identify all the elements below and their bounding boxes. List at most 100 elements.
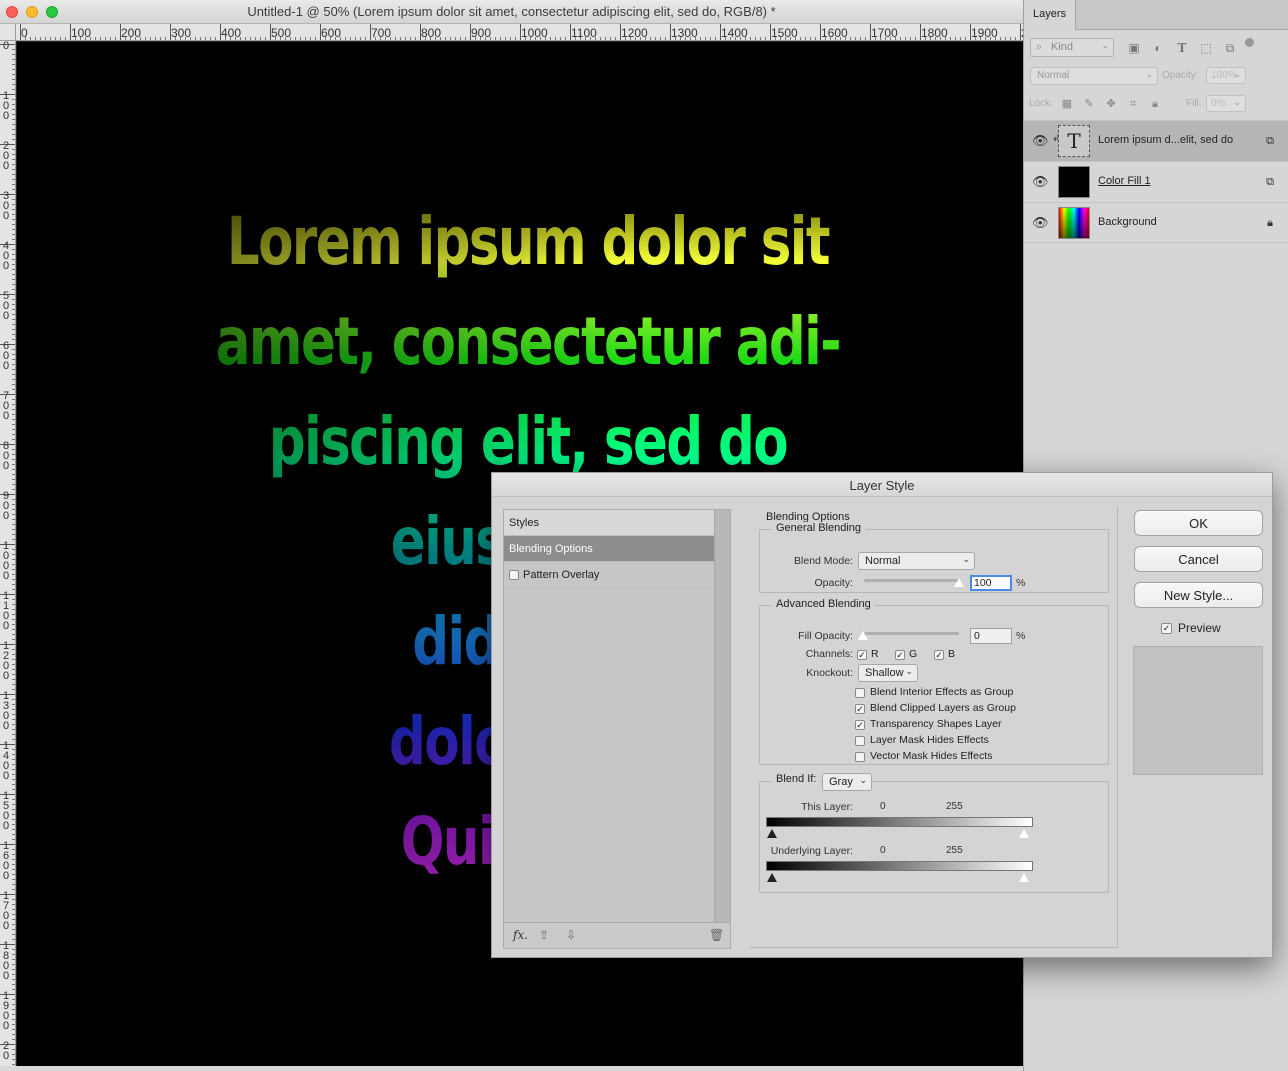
layer-row-text[interactable]: 👁︎ ↲ T Lorem ipsum d...elit, sed do ⧉ [1024, 120, 1288, 161]
visibility-eye-icon[interactable]: 👁︎ [1032, 174, 1049, 190]
this-layer-gradient [766, 817, 1033, 827]
lock-all-icon[interactable]: 🔒︎ [1148, 97, 1162, 111]
chevron-down-icon: ⌄ [1145, 69, 1153, 79]
lock-position-icon[interactable]: ✥ [1104, 97, 1118, 111]
lock-transparent-pixels-icon[interactable]: ▦ [1060, 97, 1074, 111]
layer-name: Color Fill 1 [1098, 175, 1151, 187]
pattern-overlay-checkbox[interactable] [509, 570, 519, 580]
image-filter-icon[interactable]: ▣ [1127, 41, 1141, 55]
vector-mask-hides-label: Vector Mask Hides Effects [870, 750, 993, 762]
opacity-slider[interactable] [864, 579, 959, 582]
general-blending-group: General Blending Blend Mode: Normal ⌄ Op… [759, 522, 1109, 593]
channel-g-checkbox[interactable]: ✓ [895, 650, 905, 660]
chevron-down-icon: ⌄ [1101, 40, 1109, 50]
underlying-black-slider[interactable] [767, 873, 777, 882]
new-style-button[interactable]: New Style... [1134, 582, 1263, 608]
visibility-eye-icon[interactable]: 👁︎ [1032, 133, 1049, 149]
styles-header[interactable]: Styles [504, 510, 714, 536]
underlying-gradient [766, 861, 1033, 871]
knockout-select[interactable]: Shallow ⌄ [858, 664, 918, 682]
underlying-white-slider[interactable] [1019, 873, 1029, 882]
ruler-label: 100 [71, 26, 92, 40]
channel-b-checkbox[interactable]: ✓ [934, 650, 944, 660]
blend-mode-value: Normal [865, 555, 901, 567]
layer-name: Background [1098, 216, 1157, 228]
lock-artboard-icon[interactable]: ⌗ [1126, 97, 1140, 111]
opacity-field[interactable]: 100 [970, 575, 1012, 591]
ruler-label: 1 3 0 0 [2, 690, 10, 732]
smart-link-icon: ⧉ [1266, 135, 1274, 147]
ruler-label: 1500 [771, 26, 798, 40]
kind-filter-select[interactable]: ⌕ Kind ⌄ [1030, 38, 1114, 57]
chevron-down-icon: ⌄ [859, 775, 867, 785]
ruler-label: 1800 [921, 26, 948, 40]
ruler-label: 6 0 0 [2, 340, 10, 372]
canvas-text-line: amet, consectetur adi- [215, 303, 841, 380]
shape-filter-icon[interactable]: ⬚ [1199, 41, 1213, 55]
styles-list: Styles Blending Options Pattern Overlay … [503, 509, 731, 949]
tab-layers[interactable]: Layers [1024, 0, 1077, 30]
layer-blend-mode-select[interactable]: Normal ⌄ [1030, 67, 1158, 85]
preview-label: Preview [1178, 621, 1221, 635]
smart-object-filter-icon[interactable]: ⧉ [1223, 41, 1237, 55]
fill-opacity-slider[interactable] [864, 632, 959, 635]
chevron-down-icon: ⌄ [905, 666, 913, 676]
ruler-label: 300 [171, 26, 192, 40]
fx-icon[interactable]: fx. [513, 928, 528, 942]
background-thumbnail [1058, 207, 1090, 239]
styles-item-pattern-overlay[interactable]: Pattern Overlay [504, 562, 714, 588]
type-filter-icon[interactable]: T [1175, 41, 1189, 55]
ruler-label: 1700 [871, 26, 898, 40]
fill-opacity-percent: % [1016, 630, 1026, 642]
layer-opacity-field[interactable]: 100% ⌄ [1206, 67, 1246, 84]
adjustment-filter-icon[interactable]: ◐ [1151, 41, 1165, 55]
ruler-label: 1 4 0 0 [2, 740, 10, 782]
ruler-label: 1 1 0 0 [2, 590, 10, 632]
visibility-eye-icon[interactable]: 👁︎ [1032, 215, 1049, 231]
opacity-slider-thumb[interactable] [954, 578, 964, 587]
panel-tabbar: Layers [1024, 0, 1288, 30]
fill-opacity-label: Fill Opacity: [798, 630, 853, 642]
channel-r-label: R [871, 648, 879, 660]
preview-checkbox[interactable]: ✓ [1161, 623, 1172, 634]
fill-label: Fill: [1186, 98, 1202, 109]
document-status-bar [0, 1066, 1023, 1071]
ruler-label: 4 0 0 [2, 240, 10, 272]
styles-scrollbar[interactable] [714, 510, 730, 922]
ruler-label: 600 [321, 26, 342, 40]
blend-interior-checkbox[interactable] [855, 688, 865, 698]
search-icon: ⌕ [1036, 41, 1043, 53]
vertical-ruler[interactable]: 0 1 0 0 2 0 0 3 0 0 4 0 0 5 0 0 6 0 0 7 0 0 8 0 … [0, 41, 16, 1071]
layer-fill-field[interactable]: 0% ⌄ [1206, 95, 1246, 112]
fill-opacity-slider-thumb[interactable] [858, 631, 868, 640]
fill-opacity-field[interactable]: 0 [970, 628, 1012, 644]
ruler-label: 3 0 0 [2, 190, 10, 222]
trash-icon[interactable]: 🗑︎ [709, 928, 724, 942]
filter-toggle[interactable] [1245, 38, 1254, 47]
horizontal-ruler[interactable]: 0 100 200 300 400 500 600 700 800 900 1000 1100 1200… [16, 24, 1023, 41]
blend-clipped-checkbox[interactable]: ✓ [855, 704, 865, 714]
transparency-shapes-checkbox[interactable]: ✓ [855, 720, 865, 730]
blend-if-label: Blend If: [772, 773, 821, 785]
layer-row-background[interactable]: 👁︎ Background 🔒︎ [1024, 202, 1288, 243]
styles-item-blending-options[interactable]: Blending Options [504, 536, 714, 562]
cancel-button[interactable]: Cancel [1134, 546, 1263, 572]
layer-row-color-fill[interactable]: 👁︎ Color Fill 1 ⧉ [1024, 161, 1288, 202]
move-down-icon[interactable]: ⇩ [566, 928, 576, 942]
move-up-icon[interactable]: ⇧ [539, 928, 549, 942]
ruler-label: 1000 [521, 26, 548, 40]
lock-image-pixels-icon[interactable]: ✎ [1082, 97, 1096, 111]
layer-mask-hides-checkbox[interactable] [855, 736, 865, 746]
document-title: Untitled-1 @ 50% (Lorem ipsum dolor sit … [247, 4, 776, 19]
layer-style-dialog: Layer Style Styles Blending Options Patt… [491, 472, 1273, 958]
this-layer-black-slider[interactable] [767, 829, 777, 838]
channel-r-checkbox[interactable]: ✓ [857, 650, 867, 660]
blend-if-channel-value: Gray [829, 776, 853, 788]
blend-if-channel-select[interactable]: Gray ⌄ [822, 773, 872, 791]
blend-mode-select[interactable]: Normal ⌄ [858, 552, 975, 570]
layer-fill-value: 0% [1211, 98, 1226, 109]
this-layer-white-slider[interactable] [1019, 829, 1029, 838]
ok-button[interactable]: OK [1134, 510, 1263, 536]
ruler-origin[interactable] [0, 24, 16, 41]
vector-mask-hides-checkbox[interactable] [855, 752, 865, 762]
